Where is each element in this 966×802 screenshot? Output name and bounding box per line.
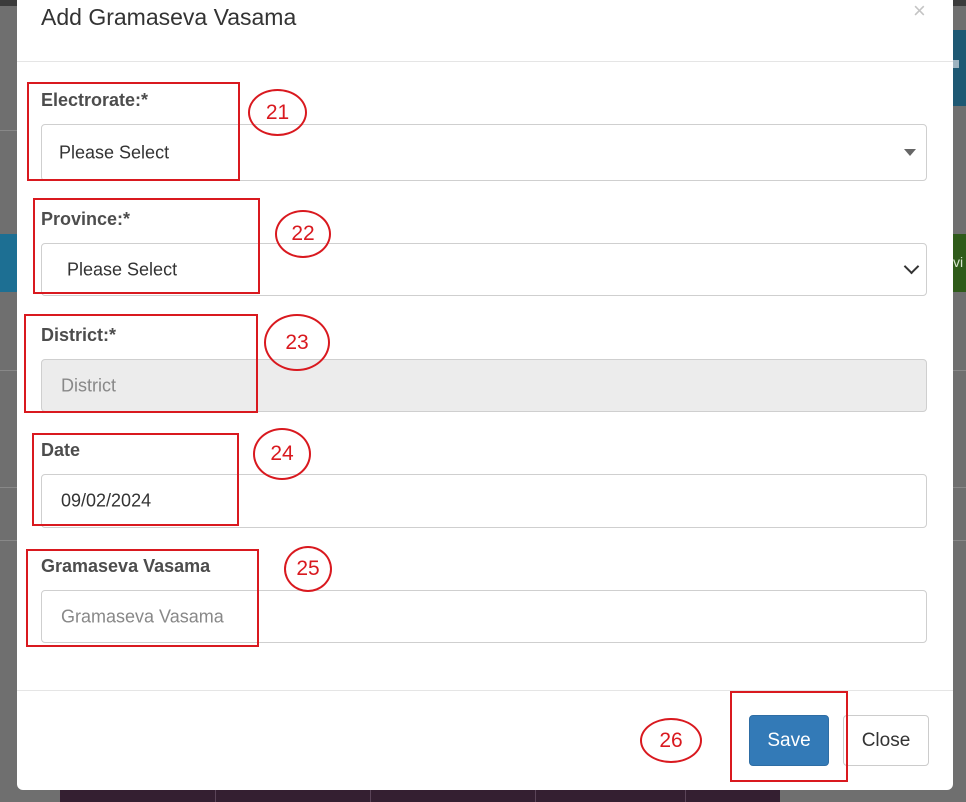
background-divider (0, 487, 17, 488)
close-button[interactable]: Close (843, 715, 929, 766)
annotation-marker-24: 24 (253, 428, 311, 480)
annotation-box-date (32, 433, 239, 526)
annotation-box-electorate (27, 82, 240, 181)
close-icon[interactable]: × (913, 0, 926, 22)
annotation-box-province (33, 198, 260, 294)
annotation-box-district (24, 314, 258, 413)
dialog-header: Add Gramaseva Vasama × (17, 0, 953, 62)
background-divider (0, 540, 17, 541)
annotation-marker-25: 25 (284, 546, 332, 592)
chevron-down-icon (903, 258, 920, 275)
background-blue-bar (0, 234, 17, 292)
annotation-box-save (730, 691, 848, 782)
caret-down-icon (904, 149, 916, 156)
background-divider (953, 540, 966, 541)
background-divider (953, 370, 966, 371)
annotation-marker-21: 21 (248, 89, 307, 136)
annotation-marker-22: 22 (275, 210, 331, 258)
background-divider (953, 487, 966, 488)
dialog-title: Add Gramaseva Vasama (41, 4, 297, 30)
background-divider (0, 130, 17, 131)
annotation-marker-26: 26 (640, 718, 702, 763)
annotation-marker-23: 23 (264, 314, 330, 371)
annotation-box-gramaseva-vasama (26, 549, 259, 647)
background-divider (0, 370, 17, 371)
